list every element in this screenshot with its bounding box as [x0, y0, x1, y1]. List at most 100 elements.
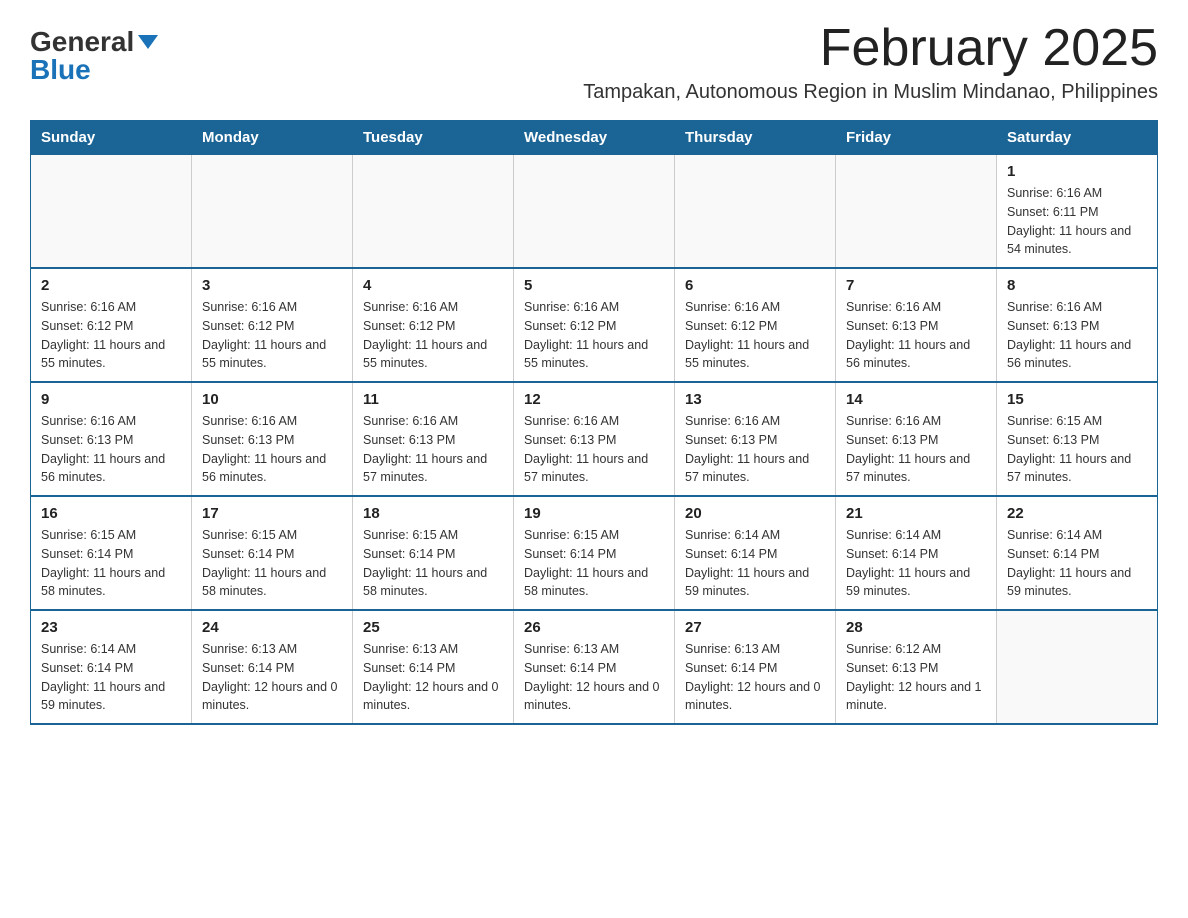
- calendar-cell: 18 Sunrise: 6:15 AMSunset: 6:14 PMDayligh…: [353, 496, 514, 610]
- calendar-cell: 4 Sunrise: 6:16 AMSunset: 6:12 PMDaylight…: [353, 268, 514, 382]
- day-info: Sunrise: 6:16 AMSunset: 6:12 PMDaylight:…: [202, 298, 342, 373]
- calendar-header-wednesday: Wednesday: [514, 121, 675, 155]
- logo-triangle-icon: [138, 35, 158, 49]
- day-info: Sunrise: 6:14 AMSunset: 6:14 PMDaylight:…: [1007, 526, 1147, 601]
- day-number: 26: [524, 619, 664, 636]
- day-number: 6: [685, 277, 825, 294]
- logo-general: General: [30, 28, 134, 56]
- calendar-header-saturday: Saturday: [997, 121, 1158, 155]
- calendar-cell: 27 Sunrise: 6:13 AMSunset: 6:14 PMDayligh…: [675, 610, 836, 724]
- calendar-table: SundayMondayTuesdayWednesdayThursdayFrid…: [30, 120, 1158, 725]
- day-number: 13: [685, 391, 825, 408]
- day-info: Sunrise: 6:15 AMSunset: 6:14 PMDaylight:…: [41, 526, 181, 601]
- day-number: 24: [202, 619, 342, 636]
- day-info: Sunrise: 6:13 AMSunset: 6:14 PMDaylight:…: [685, 640, 825, 715]
- day-number: 10: [202, 391, 342, 408]
- page-title: February 2025: [583, 20, 1158, 77]
- day-number: 20: [685, 505, 825, 522]
- day-info: Sunrise: 6:16 AMSunset: 6:12 PMDaylight:…: [524, 298, 664, 373]
- day-number: 2: [41, 277, 181, 294]
- calendar-cell: 9 Sunrise: 6:16 AMSunset: 6:13 PMDaylight…: [31, 382, 192, 496]
- day-info: Sunrise: 6:16 AMSunset: 6:13 PMDaylight:…: [202, 412, 342, 487]
- calendar-header-sunday: Sunday: [31, 121, 192, 155]
- day-info: Sunrise: 6:15 AMSunset: 6:14 PMDaylight:…: [202, 526, 342, 601]
- calendar-header-tuesday: Tuesday: [353, 121, 514, 155]
- day-info: Sunrise: 6:13 AMSunset: 6:14 PMDaylight:…: [363, 640, 503, 715]
- calendar-cell: 2 Sunrise: 6:16 AMSunset: 6:12 PMDaylight…: [31, 268, 192, 382]
- day-info: Sunrise: 6:12 AMSunset: 6:13 PMDaylight:…: [846, 640, 986, 715]
- day-number: 16: [41, 505, 181, 522]
- day-number: 18: [363, 505, 503, 522]
- day-info: Sunrise: 6:16 AMSunset: 6:13 PMDaylight:…: [41, 412, 181, 487]
- calendar-cell: 28 Sunrise: 6:12 AMSunset: 6:13 PMDayligh…: [836, 610, 997, 724]
- calendar-cell: 7 Sunrise: 6:16 AMSunset: 6:13 PMDaylight…: [836, 268, 997, 382]
- page-header: General Blue February 2025 Tampakan, Aut…: [30, 20, 1158, 104]
- calendar-header: SundayMondayTuesdayWednesdayThursdayFrid…: [31, 121, 1158, 155]
- day-info: Sunrise: 6:15 AMSunset: 6:14 PMDaylight:…: [524, 526, 664, 601]
- calendar-cell: 3 Sunrise: 6:16 AMSunset: 6:12 PMDaylight…: [192, 268, 353, 382]
- calendar-week-row: 23 Sunrise: 6:14 AMSunset: 6:14 PMDayligh…: [31, 610, 1158, 724]
- calendar-cell: [353, 155, 514, 269]
- day-number: 11: [363, 391, 503, 408]
- calendar-header-monday: Monday: [192, 121, 353, 155]
- calendar-cell: 8 Sunrise: 6:16 AMSunset: 6:13 PMDaylight…: [997, 268, 1158, 382]
- calendar-cell: 13 Sunrise: 6:16 AMSunset: 6:13 PMDayligh…: [675, 382, 836, 496]
- day-number: 25: [363, 619, 503, 636]
- day-number: 21: [846, 505, 986, 522]
- calendar-cell: 23 Sunrise: 6:14 AMSunset: 6:14 PMDayligh…: [31, 610, 192, 724]
- calendar-cell: 24Sunrise: 6:13 AMSunset: 6:14 PMDayligh…: [192, 610, 353, 724]
- day-info: Sunrise: 6:16 AMSunset: 6:13 PMDaylight:…: [524, 412, 664, 487]
- calendar-cell: [997, 610, 1158, 724]
- calendar-cell: 10 Sunrise: 6:16 AMSunset: 6:13 PMDayligh…: [192, 382, 353, 496]
- day-number: 27: [685, 619, 825, 636]
- day-info: Sunrise: 6:16 AMSunset: 6:11 PMDaylight:…: [1007, 184, 1147, 259]
- calendar-week-row: 1Sunrise: 6:16 AMSunset: 6:11 PMDaylight…: [31, 155, 1158, 269]
- calendar-cell: 1Sunrise: 6:16 AMSunset: 6:11 PMDaylight…: [997, 155, 1158, 269]
- logo: General Blue: [30, 20, 158, 84]
- calendar-week-row: 9 Sunrise: 6:16 AMSunset: 6:13 PMDaylight…: [31, 382, 1158, 496]
- calendar-cell: 15Sunrise: 6:15 AMSunset: 6:13 PMDayligh…: [997, 382, 1158, 496]
- calendar-cell: [192, 155, 353, 269]
- day-number: 19: [524, 505, 664, 522]
- calendar-cell: 19 Sunrise: 6:15 AMSunset: 6:14 PMDayligh…: [514, 496, 675, 610]
- day-number: 28: [846, 619, 986, 636]
- calendar-cell: 22 Sunrise: 6:14 AMSunset: 6:14 PMDayligh…: [997, 496, 1158, 610]
- day-info: Sunrise: 6:16 AMSunset: 6:13 PMDaylight:…: [846, 412, 986, 487]
- calendar-body: 1Sunrise: 6:16 AMSunset: 6:11 PMDaylight…: [31, 155, 1158, 725]
- day-info: Sunrise: 6:16 AMSunset: 6:12 PMDaylight:…: [41, 298, 181, 373]
- day-number: 9: [41, 391, 181, 408]
- calendar-cell: 20Sunrise: 6:14 AMSunset: 6:14 PMDayligh…: [675, 496, 836, 610]
- calendar-header-friday: Friday: [836, 121, 997, 155]
- day-number: 22: [1007, 505, 1147, 522]
- calendar-cell: 25 Sunrise: 6:13 AMSunset: 6:14 PMDayligh…: [353, 610, 514, 724]
- day-number: 7: [846, 277, 986, 294]
- calendar-week-row: 16 Sunrise: 6:15 AMSunset: 6:14 PMDayligh…: [31, 496, 1158, 610]
- day-info: Sunrise: 6:16 AMSunset: 6:13 PMDaylight:…: [1007, 298, 1147, 373]
- calendar-header-thursday: Thursday: [675, 121, 836, 155]
- calendar-cell: 12 Sunrise: 6:16 AMSunset: 6:13 PMDayligh…: [514, 382, 675, 496]
- calendar-cell: 11 Sunrise: 6:16 AMSunset: 6:13 PMDayligh…: [353, 382, 514, 496]
- day-number: 23: [41, 619, 181, 636]
- calendar-cell: [836, 155, 997, 269]
- day-info: Sunrise: 6:15 AMSunset: 6:14 PMDaylight:…: [363, 526, 503, 601]
- day-info: Sunrise: 6:14 AMSunset: 6:14 PMDaylight:…: [41, 640, 181, 715]
- day-number: 4: [363, 277, 503, 294]
- day-info: Sunrise: 6:16 AMSunset: 6:12 PMDaylight:…: [685, 298, 825, 373]
- calendar-cell: 21Sunrise: 6:14 AMSunset: 6:14 PMDayligh…: [836, 496, 997, 610]
- day-number: 12: [524, 391, 664, 408]
- day-info: Sunrise: 6:16 AMSunset: 6:13 PMDaylight:…: [846, 298, 986, 373]
- calendar-cell: 14Sunrise: 6:16 AMSunset: 6:13 PMDayligh…: [836, 382, 997, 496]
- calendar-cell: 17Sunrise: 6:15 AMSunset: 6:14 PMDayligh…: [192, 496, 353, 610]
- calendar-cell: 5Sunrise: 6:16 AMSunset: 6:12 PMDaylight…: [514, 268, 675, 382]
- day-info: Sunrise: 6:13 AMSunset: 6:14 PMDaylight:…: [524, 640, 664, 715]
- day-info: Sunrise: 6:16 AMSunset: 6:13 PMDaylight:…: [685, 412, 825, 487]
- day-info: Sunrise: 6:16 AMSunset: 6:12 PMDaylight:…: [363, 298, 503, 373]
- calendar-header-row: SundayMondayTuesdayWednesdayThursdayFrid…: [31, 121, 1158, 155]
- day-info: Sunrise: 6:16 AMSunset: 6:13 PMDaylight:…: [363, 412, 503, 487]
- day-number: 8: [1007, 277, 1147, 294]
- calendar-cell: [675, 155, 836, 269]
- day-number: 3: [202, 277, 342, 294]
- calendar-cell: 26 Sunrise: 6:13 AMSunset: 6:14 PMDayligh…: [514, 610, 675, 724]
- calendar-cell: [514, 155, 675, 269]
- calendar-cell: [31, 155, 192, 269]
